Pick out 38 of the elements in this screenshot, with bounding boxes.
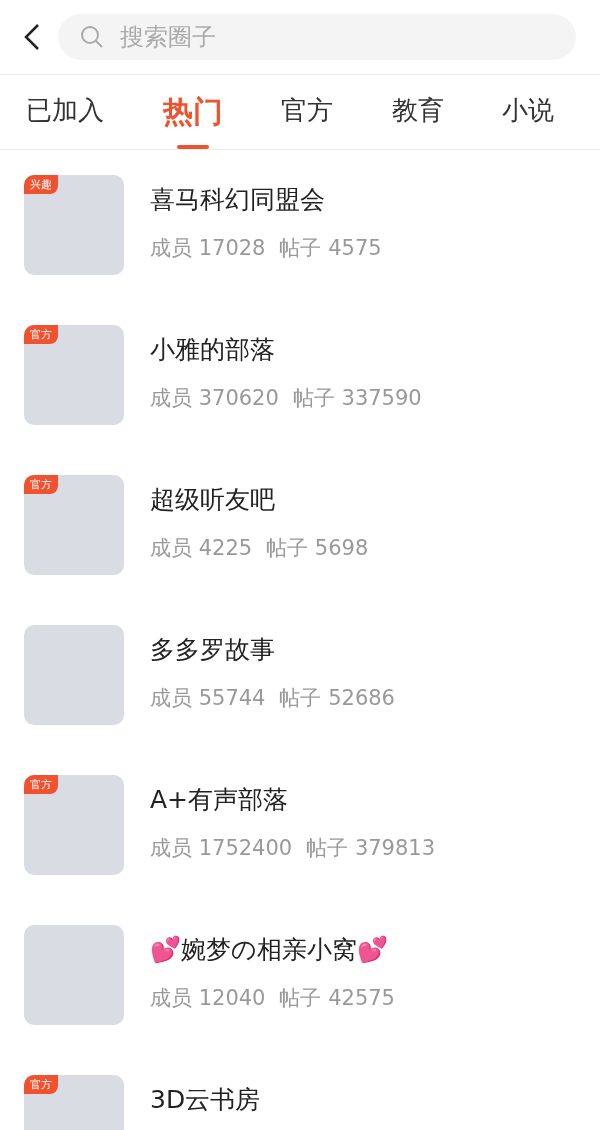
tag-label: 官方 — [24, 1075, 58, 1094]
post-count: 帖子 4575 — [279, 235, 382, 262]
circle-name[interactable]: 小雅的部落 — [150, 333, 422, 366]
avatar-placeholder[interactable]: 官方 — [24, 325, 124, 425]
circle-name[interactable]: 喜马科幻同盟会 — [150, 183, 382, 216]
tab[interactable]: 教育 — [391, 78, 444, 146]
member-count: 成员 1752400 — [150, 835, 293, 862]
circle-name[interactable]: A+有声部落 — [150, 783, 436, 816]
post-count: 帖子 52686 — [279, 685, 395, 712]
avatar-placeholder[interactable]: 官方 — [24, 775, 124, 875]
circle-name[interactable]: 3D云书房 — [150, 1083, 261, 1116]
avatar-placeholder[interactable] — [24, 925, 124, 1025]
search-icon — [80, 25, 104, 49]
tag-label: 官方 — [24, 775, 58, 794]
tab[interactable]: 已加入 — [26, 78, 104, 146]
post-count: 帖子 379813 — [306, 835, 436, 862]
search-field[interactable]: 搜索圈子 — [58, 14, 576, 60]
post-count: 帖子 337590 — [292, 385, 422, 412]
avatar-placeholder[interactable]: 兴趣 — [24, 175, 124, 275]
post-count: 帖子 5698 — [266, 535, 369, 562]
tag-label: 官方 — [24, 475, 58, 494]
member-count: 成员 4225 — [150, 535, 253, 562]
avatar-placeholder[interactable]: 官方 — [24, 1075, 124, 1130]
avatar-placeholder[interactable]: 官方 — [24, 475, 124, 575]
tab[interactable]: 小说 — [502, 78, 554, 146]
member-count: 成员 17028 — [150, 235, 266, 262]
tag-label: 官方 — [24, 325, 58, 344]
member-count: 成员 55744 — [150, 685, 266, 712]
avatar-placeholder[interactable] — [24, 625, 124, 725]
tag-label: 兴趣 — [24, 175, 58, 194]
member-count: 成员 370620 — [150, 385, 279, 412]
circle-name[interactable]: 超级听友吧 — [150, 483, 369, 516]
circle-name[interactable]: 💕婉梦の相亲小窝💕 — [150, 933, 395, 966]
tab[interactable]: 官方 — [281, 78, 333, 146]
tab[interactable]: 热门 — [162, 75, 223, 149]
circle-name[interactable]: 多多罗故事 — [150, 633, 395, 666]
post-count: 帖子 42575 — [279, 985, 395, 1012]
member-count: 成员 12040 — [150, 985, 266, 1012]
